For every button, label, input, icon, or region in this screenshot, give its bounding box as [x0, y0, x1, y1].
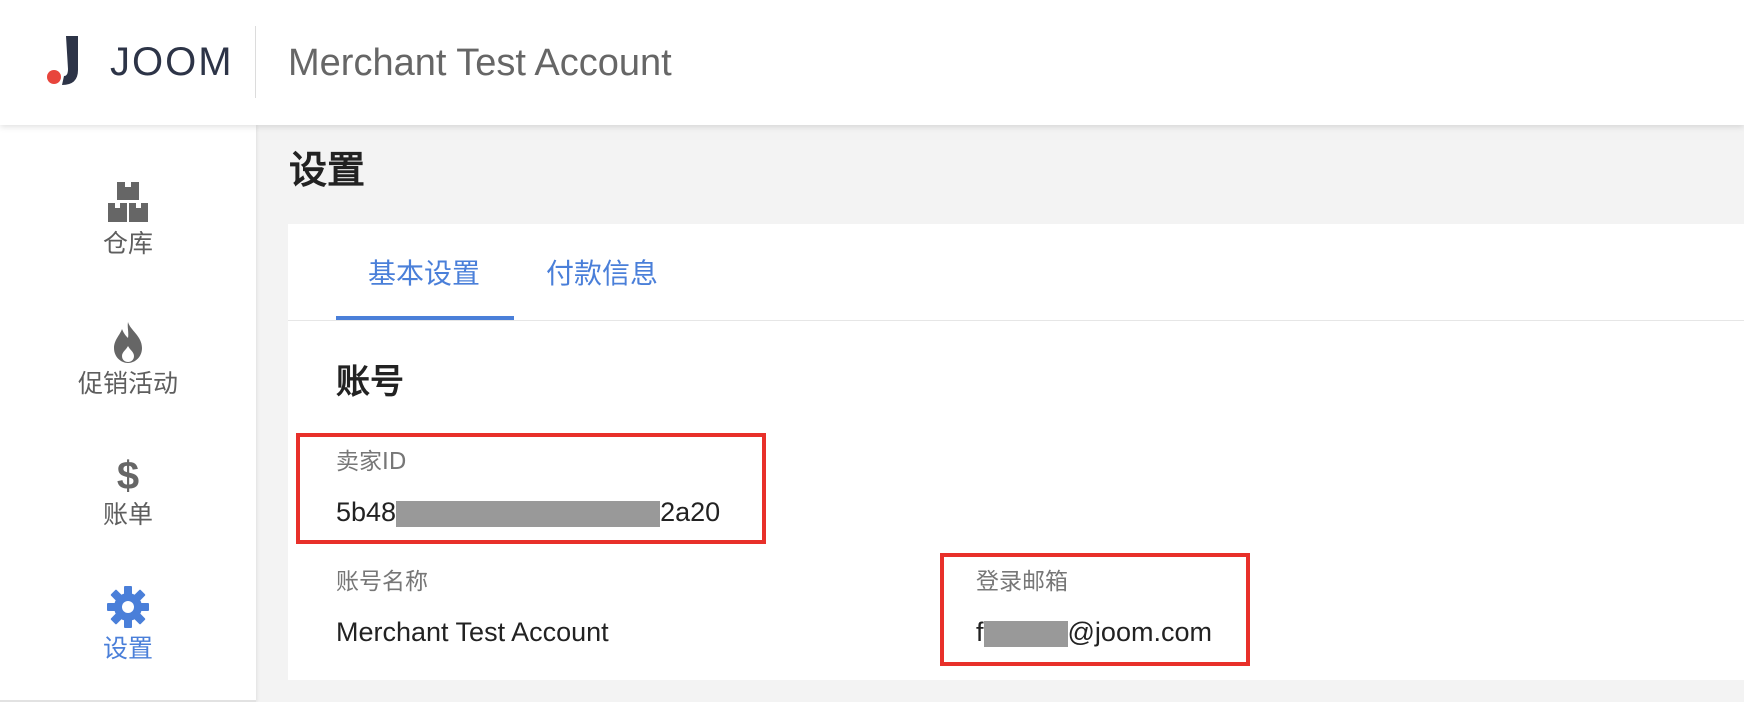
header-divider — [255, 26, 256, 98]
logo-wordmark: JOOM — [110, 40, 234, 84]
sidebar: 仓库 促销活动 $ 账单 设置 — [0, 125, 256, 702]
svg-text:$: $ — [117, 455, 139, 495]
sidebar-item-warehouse[interactable]: 仓库 — [0, 180, 256, 260]
sidebar-item-label: 账单 — [102, 500, 153, 529]
tab-payment-info[interactable]: 付款信息 — [546, 254, 658, 294]
flame-icon — [114, 322, 142, 363]
account-name-value: Merchant Test Account — [336, 617, 609, 647]
page-title: 设置 — [289, 148, 366, 192]
sidebar-item-promotions[interactable]: 促销活动 — [0, 320, 256, 400]
tab-basic-settings[interactable]: 基本设置 — [368, 254, 480, 294]
tab-bar: 基本设置 付款信息 — [288, 224, 1744, 321]
sidebar-item-label: 设置 — [102, 634, 153, 663]
gear-icon — [107, 586, 149, 628]
warehouse-icon — [108, 182, 148, 222]
account-title: Merchant Test Account — [288, 42, 672, 84]
sidebar-item-billing[interactable]: $ 账单 — [0, 455, 256, 531]
top-header: JOOM Merchant Test Account — [0, 0, 1744, 125]
dollar-icon: $ — [117, 455, 139, 495]
sidebar-item-label: 仓库 — [102, 229, 153, 258]
sidebar-item-settings[interactable]: 设置 — [0, 585, 256, 665]
sidebar-item-label: 促销活动 — [77, 369, 178, 398]
section-title: 账号 — [336, 362, 404, 402]
active-tab-indicator — [336, 316, 514, 320]
login-email-highlight — [940, 553, 1250, 666]
joom-logo-icon — [47, 36, 78, 85]
seller-id-highlight — [296, 433, 766, 544]
account-name-label: 账号名称 — [336, 569, 428, 595]
